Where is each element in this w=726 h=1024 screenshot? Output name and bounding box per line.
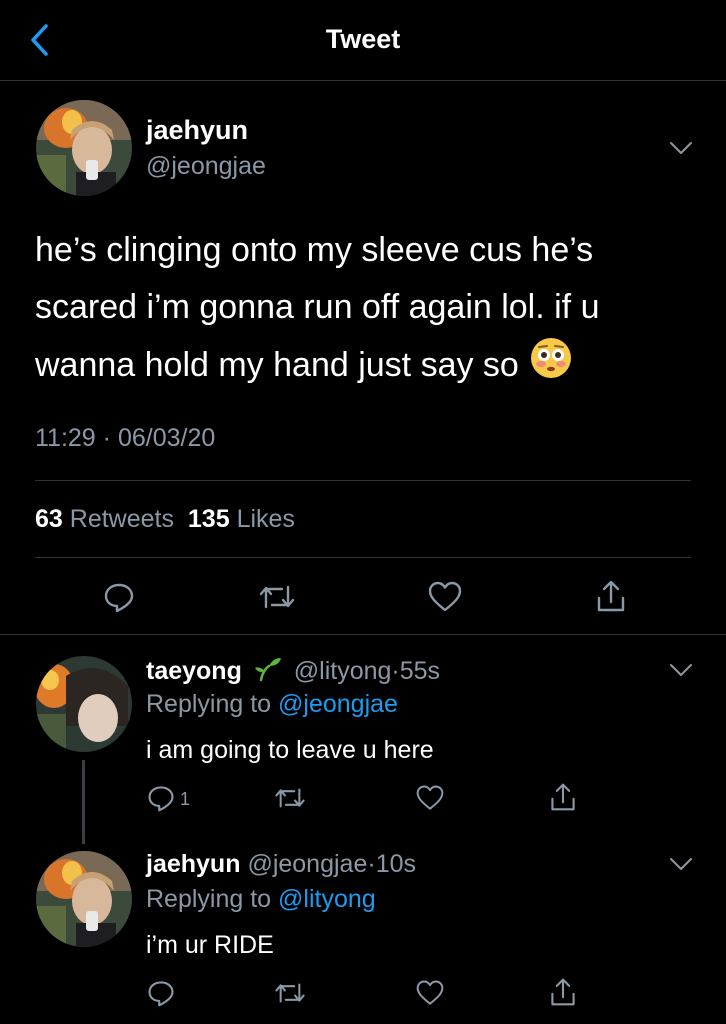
avatar[interactable] <box>36 656 132 752</box>
replying-to-handle[interactable]: @lityong <box>278 885 376 913</box>
reply-header: jaehyun @jeongjae·10s <box>146 850 416 879</box>
tweet-body: he’s clinging onto my sleeve cus he’s sc… <box>35 222 695 398</box>
reply-icon[interactable] <box>102 580 136 614</box>
avatar[interactable] <box>36 100 132 196</box>
reply-count: 1 <box>180 789 191 809</box>
replying-to-label: Replying to <box>146 690 272 718</box>
retweets-stat[interactable]: 63 Retweets <box>35 505 174 533</box>
chevron-down-icon[interactable] <box>668 140 694 156</box>
retweet-label: Retweets <box>69 505 174 533</box>
tweet-stats: 63 Retweets 135 Likes <box>35 505 295 534</box>
tweet-time: 11:29 <box>35 424 96 452</box>
divider <box>35 480 691 481</box>
divider <box>0 634 726 635</box>
avatar[interactable] <box>36 851 132 947</box>
chevron-down-icon[interactable] <box>668 662 694 678</box>
top-bar: Tweet <box>0 0 726 81</box>
reply-author-name[interactable]: jaehyun <box>146 850 240 878</box>
meta-separator: · <box>95 424 118 452</box>
reply-icon[interactable] <box>146 978 176 1008</box>
like-heart-icon[interactable] <box>415 979 445 1007</box>
tweet-text: he’s clinging onto my sleeve cus he’s sc… <box>35 231 600 384</box>
dot-separator: · <box>391 657 400 685</box>
flushed-face-icon <box>529 336 573 398</box>
thread-connector <box>82 760 85 844</box>
like-heart-icon[interactable] <box>427 580 463 614</box>
replying-to-handle[interactable]: @jeongjae <box>278 690 398 718</box>
tweet-date: 06/03/20 <box>117 424 216 452</box>
seedling-icon <box>253 656 283 689</box>
like-count: 135 <box>187 505 230 533</box>
reply-age: 55s <box>399 657 441 685</box>
retweet-count: 63 <box>35 505 63 533</box>
reply-icon[interactable] <box>146 783 176 813</box>
replying-to: Replying to @lityong <box>146 885 376 914</box>
reply-header: taeyong @lityong·55s <box>146 656 440 689</box>
reply-author-handle[interactable]: @jeongjae <box>247 850 367 878</box>
tweet-timestamp: 11:29 · 06/03/20 <box>35 424 215 453</box>
like-label: Likes <box>236 505 295 533</box>
author-handle[interactable]: @jeongjae <box>146 152 266 181</box>
retweet-icon[interactable] <box>257 580 297 614</box>
reply-age: 10s <box>375 850 416 878</box>
replying-to: Replying to @jeongjae <box>146 690 398 719</box>
share-icon[interactable] <box>548 781 578 813</box>
share-icon[interactable] <box>548 976 578 1008</box>
share-icon[interactable] <box>594 578 628 614</box>
divider <box>35 557 691 558</box>
reply-author-name[interactable]: taeyong <box>146 657 242 685</box>
page-title: Tweet <box>325 24 401 54</box>
retweet-icon[interactable] <box>273 978 307 1008</box>
reply-author-handle[interactable]: @lityong <box>294 657 392 685</box>
reply-text: i am going to leave u here <box>146 736 434 764</box>
like-heart-icon[interactable] <box>415 784 445 812</box>
likes-stat[interactable]: 135 Likes <box>188 505 295 533</box>
dot-separator: · <box>367 850 376 878</box>
retweet-icon[interactable] <box>273 783 307 813</box>
chevron-down-icon[interactable] <box>668 856 694 872</box>
replying-to-label: Replying to <box>146 885 272 913</box>
reply-text: i’m ur RIDE <box>146 931 274 959</box>
author-name[interactable]: jaehyun <box>146 115 248 146</box>
